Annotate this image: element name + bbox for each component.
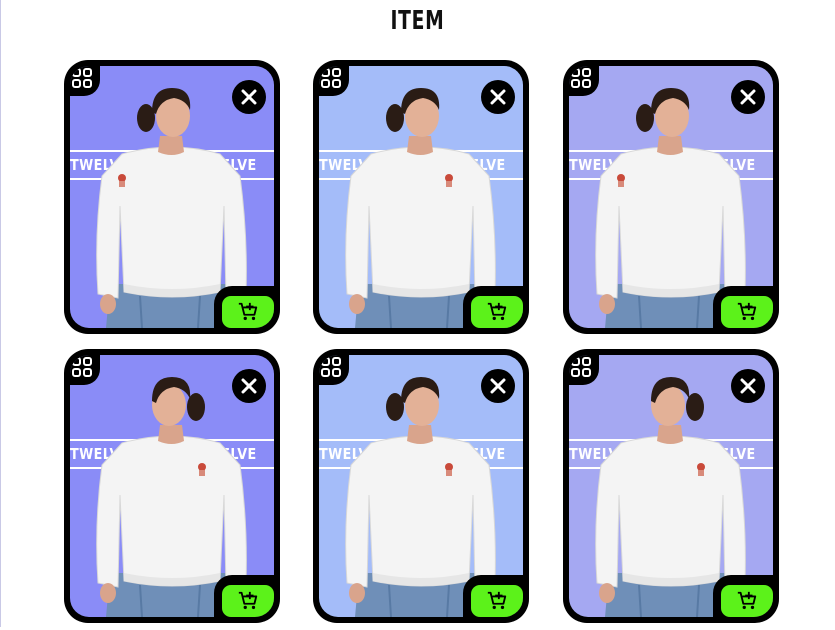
grid-menu-icon xyxy=(571,357,591,377)
add-to-cart-icon xyxy=(737,591,757,610)
remove-item-button[interactable] xyxy=(731,80,765,114)
product-grid: TWELVE TWELVE TWELVE TWELVE TWELVE TWELV… xyxy=(64,60,784,630)
remove-item-button[interactable] xyxy=(232,80,266,114)
add-to-cart-icon xyxy=(487,591,507,610)
remove-item-button[interactable] xyxy=(232,369,266,403)
product-image: TWELVE TWELVE TWELVE xyxy=(569,66,773,328)
grid-menu-icon xyxy=(321,357,341,377)
grid-menu-icon xyxy=(72,357,92,377)
add-to-cart-button[interactable] xyxy=(471,585,523,617)
product-image: TWELVE TWELVE TWELVE xyxy=(569,355,773,617)
add-to-cart-icon xyxy=(487,302,507,321)
add-to-cart-button[interactable] xyxy=(471,296,523,328)
close-icon xyxy=(490,89,506,105)
product-image: TWELVE TWELVE TWELVE xyxy=(70,66,274,328)
add-to-cart-icon xyxy=(238,302,258,321)
add-to-cart-icon xyxy=(238,591,258,610)
close-icon xyxy=(241,378,257,394)
product-card-5[interactable]: TWELVE TWELVE TWELVE xyxy=(313,349,529,623)
product-image: TWELVE TWELVE TWELVE xyxy=(70,355,274,617)
close-icon xyxy=(740,378,756,394)
product-card-1[interactable]: TWELVE TWELVE TWELVE xyxy=(64,60,280,334)
grid-menu-icon xyxy=(72,68,92,88)
cart-corner xyxy=(214,575,274,617)
product-card-3[interactable]: TWELVE TWELVE TWELVE xyxy=(563,60,779,334)
left-border xyxy=(0,0,1,627)
close-icon xyxy=(490,378,506,394)
cart-corner xyxy=(214,286,274,328)
page-title: ITEM xyxy=(390,6,445,36)
add-to-cart-button[interactable] xyxy=(222,296,274,328)
remove-item-button[interactable] xyxy=(481,80,515,114)
add-to-cart-icon xyxy=(737,302,757,321)
grid-menu-icon xyxy=(571,68,591,88)
product-image: TWELVE TWELVE TWELVE xyxy=(319,66,523,328)
product-card-6[interactable]: TWELVE TWELVE TWELVE xyxy=(563,349,779,623)
cart-corner xyxy=(713,286,773,328)
cart-corner xyxy=(713,575,773,617)
close-icon xyxy=(241,89,257,105)
add-to-cart-button[interactable] xyxy=(222,585,274,617)
cart-corner xyxy=(463,286,523,328)
cart-corner xyxy=(463,575,523,617)
remove-item-button[interactable] xyxy=(481,369,515,403)
add-to-cart-button[interactable] xyxy=(721,296,773,328)
product-card-2[interactable]: TWELVE TWELVE TWELVE xyxy=(313,60,529,334)
remove-item-button[interactable] xyxy=(731,369,765,403)
close-icon xyxy=(740,89,756,105)
product-image: TWELVE TWELVE TWELVE xyxy=(319,355,523,617)
add-to-cart-button[interactable] xyxy=(721,585,773,617)
product-card-4[interactable]: TWELVE TWELVE TWELVE xyxy=(64,349,280,623)
grid-menu-icon xyxy=(321,68,341,88)
